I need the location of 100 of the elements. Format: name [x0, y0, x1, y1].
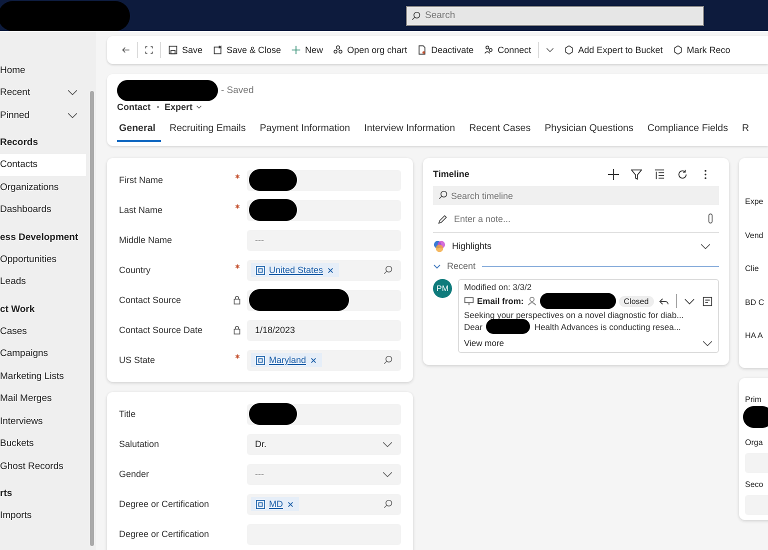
lookup-tag[interactable]: Maryland	[251, 353, 322, 367]
group-heading: Recent	[447, 261, 476, 271]
search-icon[interactable]	[383, 265, 393, 275]
dropdown-value: Dr.	[255, 439, 267, 449]
record-icon	[256, 266, 265, 274]
search-field[interactable]: Search timeline	[433, 186, 719, 205]
command-button[interactable]: New	[286, 39, 328, 61]
view-more-link[interactable]: View more	[464, 338, 504, 348]
search-icon	[411, 10, 421, 20]
nav-group-heading: ct Work	[0, 302, 36, 316]
command-button[interactable]: Deactivate	[412, 39, 479, 61]
input-field[interactable]	[247, 200, 401, 220]
chevron-down-icon[interactable]	[67, 112, 78, 119]
nav-item[interactable]: Imports	[0, 504, 78, 527]
field-label: Prim	[745, 395, 762, 404]
field-label: Orga	[745, 438, 763, 447]
nav-item[interactable]: Organizations	[0, 176, 78, 198]
tab[interactable]: R	[736, 119, 754, 142]
note-field[interactable]: Enter a note...	[454, 214, 702, 224]
search-icon[interactable]	[383, 355, 393, 365]
open-record-icon[interactable]	[702, 296, 713, 306]
command-button[interactable]: Connect	[478, 39, 536, 61]
nav-item[interactable]: Interviews	[0, 410, 78, 432]
tab[interactable]: Interview Information	[359, 119, 460, 142]
field-label: Contact Source	[119, 295, 182, 305]
tab[interactable]: Recent Cases	[464, 119, 536, 142]
form-selector[interactable]: Expert	[164, 102, 202, 112]
chevron-down-icon	[382, 440, 393, 448]
lookup-field[interactable]: United States	[247, 260, 401, 280]
status-badge: Closed	[618, 296, 654, 306]
input-field[interactable]: ---	[247, 230, 401, 250]
chevron-down-icon[interactable]	[433, 264, 441, 268]
tab[interactable]: Physician Questions	[540, 119, 638, 142]
tab[interactable]: Recruiting Emails	[164, 119, 251, 142]
hexagon-icon	[564, 45, 574, 55]
chevron-down-icon	[196, 105, 202, 109]
separator-dot	[156, 106, 158, 108]
field-label: Contact Source Date	[119, 325, 204, 335]
tab[interactable]: Compliance Fields	[642, 119, 733, 142]
org-chart-icon	[333, 45, 344, 55]
nav-item[interactable]: Buckets	[0, 432, 78, 455]
save-icon	[168, 45, 178, 55]
chevron-down-icon	[545, 45, 556, 55]
tab[interactable]: Payment Information	[254, 119, 356, 142]
nav-item[interactable]: Contacts	[0, 154, 86, 176]
nav-item[interactable]: Opportunities	[0, 248, 78, 270]
nav-item[interactable]: Leads	[0, 270, 78, 293]
chevron-down-icon[interactable]	[67, 89, 78, 96]
nav-item[interactable]: Recent	[0, 82, 67, 104]
nav-item[interactable]: Pinned	[0, 104, 67, 126]
lookup-link[interactable]: MD	[269, 499, 283, 509]
dropdown-field[interactable]: Dr.	[247, 434, 401, 454]
remove-icon[interactable]	[327, 266, 334, 274]
reply-icon[interactable]	[658, 296, 669, 306]
command-button[interactable]: Mark Reco	[668, 39, 736, 61]
scrollbar[interactable]	[90, 91, 94, 546]
chevron-down-icon[interactable]	[702, 340, 713, 346]
filter-icon[interactable]	[631, 168, 642, 180]
field-label: Vend	[745, 230, 764, 240]
paperclip-icon[interactable]	[708, 213, 713, 224]
field-label: Salutation	[119, 439, 160, 449]
remove-icon[interactable]	[287, 500, 294, 508]
people-icon	[484, 45, 494, 55]
remove-icon[interactable]	[310, 356, 318, 364]
sort-icon[interactable]	[654, 168, 665, 180]
field-label: Title	[119, 409, 137, 419]
nav-item[interactable]: Home	[0, 59, 78, 82]
chevron-down-icon[interactable]	[700, 242, 711, 250]
nav-item[interactable]: Mail Merges	[0, 388, 78, 410]
command-button[interactable]: Open org chart	[328, 39, 412, 61]
tab[interactable]: General	[117, 119, 160, 142]
nav-item[interactable]: Cases	[0, 320, 78, 342]
add-icon[interactable]	[608, 168, 619, 180]
input-field[interactable]	[247, 404, 401, 424]
command-button[interactable]: Save	[163, 39, 208, 61]
nav-item[interactable]: Ghost Records	[0, 455, 78, 478]
nav-item[interactable]: Marketing Lists	[0, 365, 78, 388]
search-field[interactable]: Search	[406, 6, 704, 26]
sparkle-logo-icon	[433, 240, 446, 252]
refresh-icon[interactable]	[677, 168, 688, 180]
lookup-field[interactable]: Maryland	[247, 350, 401, 370]
command-button[interactable]: Save & Close	[208, 39, 286, 61]
timeline-title: Timeline	[433, 169, 470, 179]
lookup-link[interactable]: Maryland	[269, 355, 306, 365]
lookup-field[interactable]: MD	[247, 494, 401, 514]
email-subject: Seeking your perspectives on a novel diagnostic for diab...	[464, 310, 685, 320]
field-label: Degree or Certification	[119, 529, 210, 539]
input-field[interactable]	[247, 170, 401, 190]
email-icon	[464, 296, 474, 306]
lookup-link[interactable]: United States	[269, 265, 324, 275]
lookup-tag[interactable]: United States	[251, 263, 340, 277]
nav-item[interactable]: Campaigns	[0, 342, 78, 365]
nav-group-heading: Records	[0, 136, 40, 150]
command-button[interactable]: Add Expert to Bucket	[559, 39, 668, 61]
nav-item[interactable]: Dashboards	[0, 198, 78, 221]
input-field[interactable]	[247, 290, 401, 310]
lookup-tag[interactable]: MD	[251, 497, 299, 511]
search-icon[interactable]	[383, 499, 393, 509]
field-label: Last Name	[119, 205, 164, 215]
input-field[interactable]: 1/18/2023	[247, 320, 401, 340]
